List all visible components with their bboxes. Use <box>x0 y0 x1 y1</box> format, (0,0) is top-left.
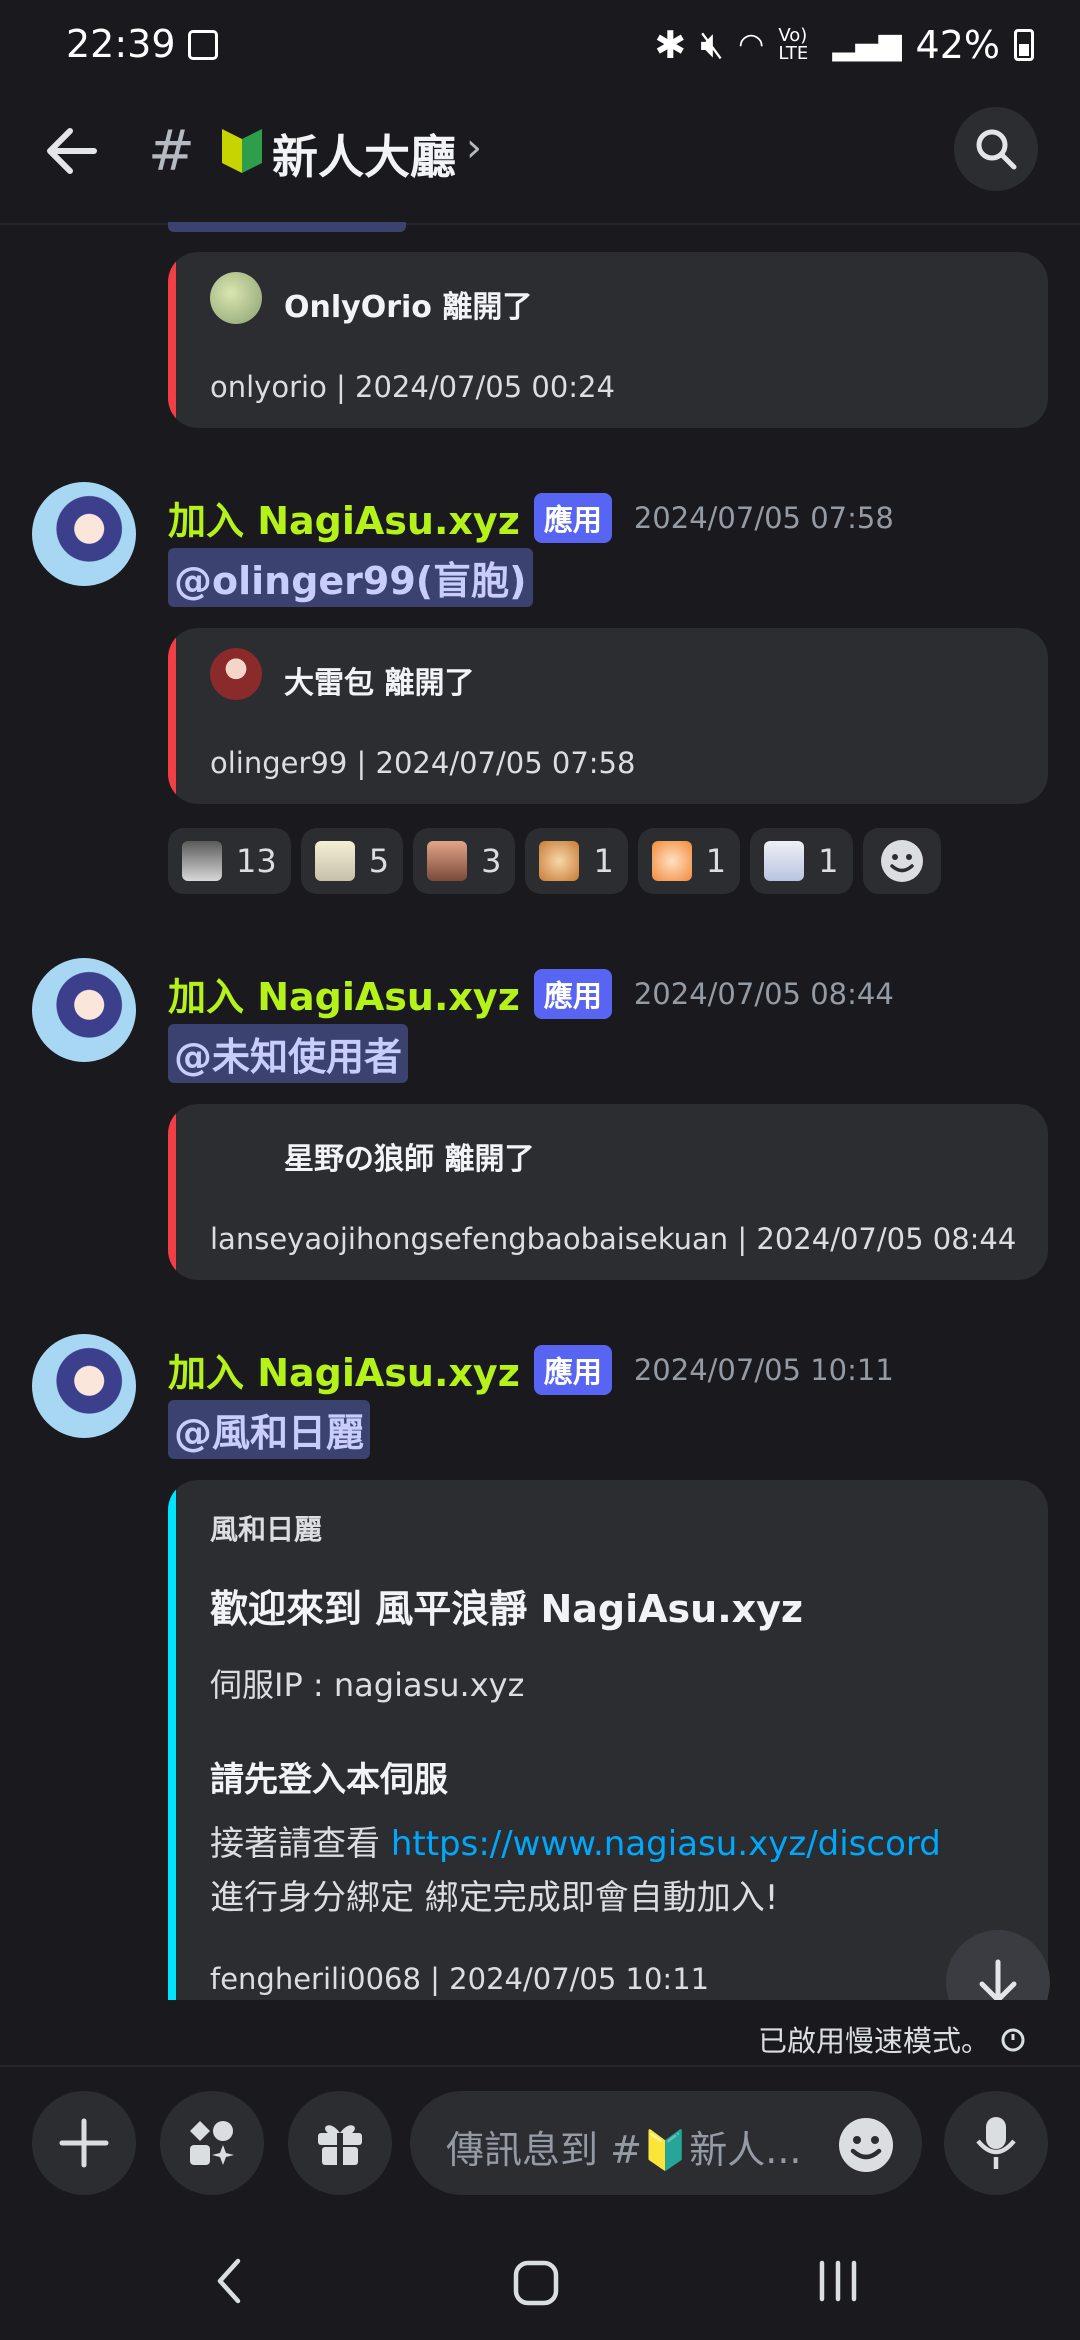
embed-footer: olinger99 | 2024/07/05 07:58 <box>210 746 636 780</box>
timestamp: 2024/07/05 07:58 <box>633 500 894 535</box>
embed-name: 星野の狼師 離開了 <box>284 1142 535 1177</box>
reaction[interactable]: 5 <box>300 828 404 894</box>
app-tag: 應用 <box>533 492 612 543</box>
embed-text-link-line: 接著請查看 https://www.nagiasu.xyz/discord <box>210 1816 941 1865</box>
embed-card: 大雷包 離開了 olinger99 | 2024/07/05 07:58 <box>168 628 1048 804</box>
embed-text-ip: 伺服IP : nagiasu.xyz <box>210 1666 525 1704</box>
timestamp: 2024/07/05 10:11 <box>633 1352 894 1387</box>
search-icon <box>976 129 1017 170</box>
back-arrow-icon[interactable] <box>44 123 100 189</box>
reactions-row: 13 5 3 1 1 1 <box>168 828 941 894</box>
reaction[interactable]: 3 <box>413 828 516 894</box>
plus-icon <box>59 2118 109 2168</box>
microphone-icon <box>976 2117 1016 2169</box>
system-nav-bar <box>0 2215 1080 2340</box>
channel-header: # 新人大廳 › <box>0 95 1080 225</box>
anime-face-emoji <box>314 841 355 881</box>
message-input[interactable]: 傳訊息到 #🔰新人... <box>410 2091 922 2195</box>
status-icons: ✱ 🔇︎ ◠ Vo) LTE ▂▄▆ 42% <box>654 22 1034 67</box>
arrow-down-icon <box>979 1959 1017 2003</box>
author-name[interactable]: 加入 NagiAsu.xyz <box>168 966 520 1021</box>
discord-link[interactable]: https://www.nagiasu.xyz/discord <box>391 1824 941 1864</box>
embed-author: 風和日麗 <box>210 1513 323 1546</box>
embed-footer: lanseyaojihongsefengbaobaisekuan | 2024/… <box>210 1222 1017 1256</box>
channel-title[interactable]: 新人大廳 <box>272 121 456 187</box>
embed-text: 進行身分綁定 綁定完成即會自動加入! <box>210 1878 779 1918</box>
user-mention[interactable]: @風和日麗 <box>168 1400 371 1459</box>
reaction[interactable]: 1 <box>750 828 853 894</box>
apps-button[interactable] <box>160 2091 264 2195</box>
embed-card: 星野の狼師 離開了 lanseyaojihongsefengbaobaiseku… <box>168 1104 1048 1280</box>
mute-icon: 🔇︎ <box>700 22 725 66</box>
app-tag: 應用 <box>533 968 612 1019</box>
search-button[interactable] <box>954 107 1038 191</box>
frown-face-emoji <box>651 841 692 881</box>
nav-back-icon[interactable] <box>214 2257 244 2305</box>
gift-icon <box>318 2125 362 2167</box>
apps-icon <box>190 2121 234 2165</box>
reaction[interactable]: 1 <box>525 828 628 894</box>
cut-off-mention <box>168 222 406 232</box>
message-input-placeholder: 傳訊息到 #🔰新人... <box>446 2128 802 2172</box>
author-name[interactable]: 加入 NagiAsu.xyz <box>168 490 520 545</box>
embed-text: 接著請查看 <box>210 1824 391 1864</box>
embed-footer: fengherili0068 | 2024/07/05 10:11 <box>210 1962 710 1996</box>
reaction[interactable]: 1 <box>637 828 741 894</box>
cat-face-emoji <box>182 841 222 881</box>
app-tag: 應用 <box>533 1344 612 1395</box>
gift-button[interactable] <box>288 2091 392 2195</box>
voice-message-button[interactable] <box>944 2091 1048 2195</box>
shiba-emoji <box>539 841 580 881</box>
message-header: 加入 NagiAsu.xyz 應用 2024/07/05 10:11 <box>168 1342 894 1397</box>
avatar[interactable] <box>32 958 136 1062</box>
timer-icon <box>1001 2028 1025 2052</box>
volte-icon: Vo) LTE <box>778 24 809 64</box>
image-icon <box>188 30 218 60</box>
beginner-badge-icon <box>218 125 266 175</box>
author-name[interactable]: 加入 NagiAsu.xyz <box>168 1342 520 1397</box>
status-time: 22:39 <box>66 22 176 66</box>
embed-name: OnlyOrio 離開了 <box>284 290 533 325</box>
message-header: 加入 NagiAsu.xyz 應用 2024/07/05 08:44 <box>168 966 894 1021</box>
add-reaction-button[interactable] <box>862 828 941 894</box>
embed-name: 大雷包 離開了 <box>284 666 475 701</box>
embed-title: 歡迎來到 風平浪靜 NagiAsu.xyz <box>210 1587 804 1631</box>
user-mention[interactable]: @olinger99(盲胞) <box>168 548 533 607</box>
battery-icon <box>1014 28 1034 61</box>
slow-mode-notice: 已啟用慢速模式。 <box>758 2018 1026 2060</box>
nav-recents-icon[interactable] <box>816 2259 860 2303</box>
avatar <box>210 272 262 324</box>
bluetooth-icon: ✱ <box>654 22 687 67</box>
message-header: 加入 NagiAsu.xyz 應用 2024/07/05 07:58 <box>168 490 894 545</box>
smiley-icon <box>880 840 923 882</box>
add-attachment-button[interactable] <box>32 2091 136 2195</box>
avatar[interactable] <box>32 482 136 586</box>
reaction[interactable]: 13 <box>168 828 291 894</box>
chevron-right-icon[interactable]: › <box>466 125 482 171</box>
timestamp: 2024/07/05 08:44 <box>633 976 894 1011</box>
emoji-icon[interactable] <box>838 2117 894 2173</box>
embed-footer: onlyorio | 2024/07/05 00:24 <box>210 370 615 404</box>
embed-section-title: 請先登入本伺服 <box>210 1760 448 1800</box>
white-hair-girl-emoji <box>764 841 805 881</box>
channel-hash-icon: # <box>148 119 195 184</box>
nav-home-icon[interactable] <box>512 2259 560 2307</box>
avatar <box>210 648 262 700</box>
embed-card: OnlyOrio 離開了 onlyorio | 2024/07/05 00:24 <box>168 252 1048 428</box>
battery-text: 42% <box>915 22 1000 67</box>
signal-icon: ▂▄▆ <box>832 27 902 62</box>
message-composer: 傳訊息到 #🔰新人... <box>0 2065 1080 2217</box>
welcome-embed-card: 風和日麗 歡迎來到 風平浪靜 NagiAsu.xyz 伺服IP : nagias… <box>168 1480 1048 2000</box>
meme-emoji <box>427 841 468 881</box>
avatar[interactable] <box>32 1334 136 1438</box>
slow-mode-text: 已啟用慢速模式。 <box>757 2024 990 2058</box>
user-mention[interactable]: @未知使用者 <box>168 1024 409 1083</box>
status-bar: 22:39 ✱ 🔇︎ ◠ Vo) LTE ▂▄▆ 42% <box>0 0 1080 95</box>
wifi-icon: ◠ <box>738 27 765 62</box>
